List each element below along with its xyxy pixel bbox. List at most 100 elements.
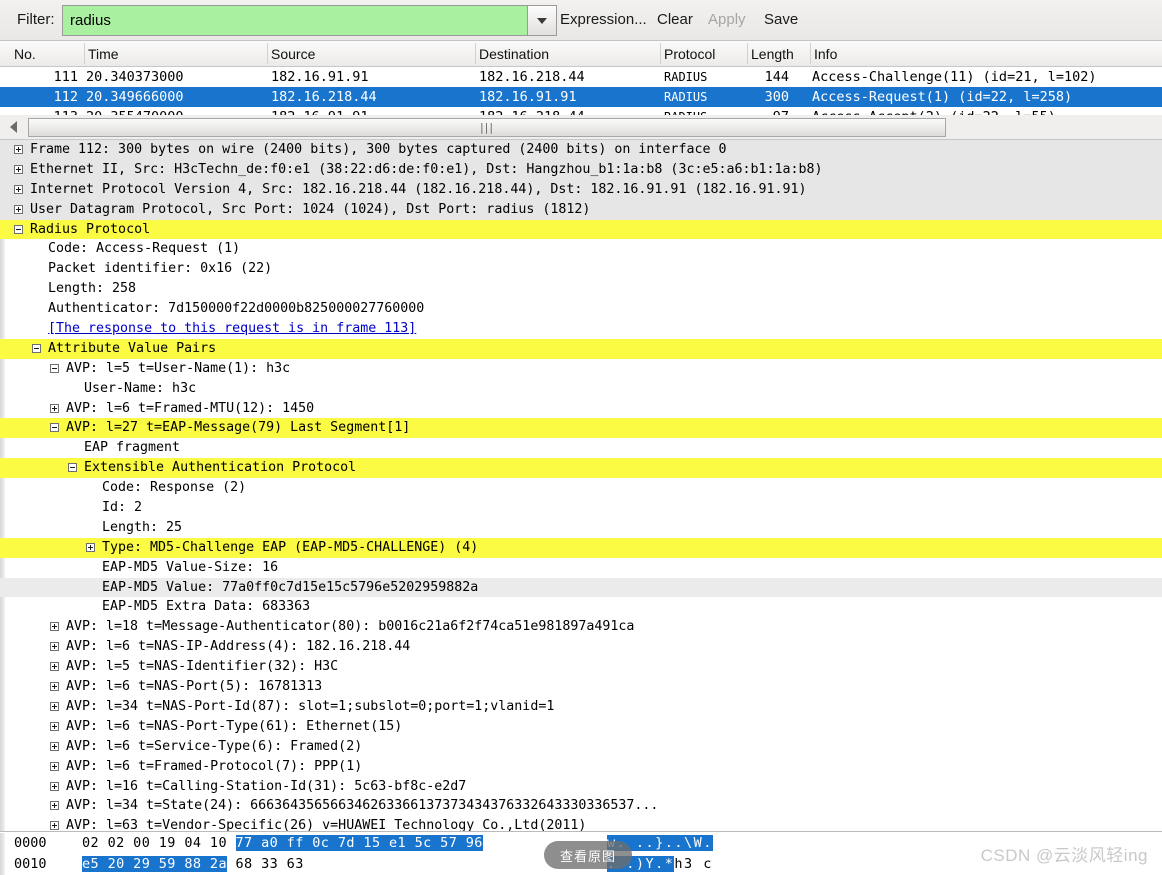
detail-tree-row[interactable]: AVP: l=6 t=Framed-MTU(12): 1450: [0, 399, 1162, 419]
collapse-icon[interactable]: [32, 343, 41, 353]
column-header-protocol[interactable]: Protocol: [664, 46, 715, 62]
detail-tree-row[interactable]: AVP: l=18 t=Message-Authenticator(80): b…: [0, 617, 1162, 637]
column-divider[interactable]: [84, 43, 85, 64]
expand-icon[interactable]: [50, 821, 59, 831]
detail-tree-label[interactable]: [The response to this request is in fram…: [48, 319, 416, 339]
collapse-icon[interactable]: [50, 363, 59, 373]
expand-icon[interactable]: [14, 204, 23, 214]
detail-tree-row[interactable]: EAP fragment: [0, 438, 1162, 458]
detail-tree-label: Ethernet II, Src: H3cTechn_de:f0:e1 (38:…: [30, 161, 823, 177]
hex-offset: 0000: [14, 835, 47, 851]
column-header-length[interactable]: Length: [751, 46, 794, 62]
packet-list-row[interactable]: 111 20.340373000 182.16.91.91 182.16.218.44…: [0, 67, 1162, 87]
filter-input[interactable]: [63, 6, 527, 35]
expand-icon[interactable]: [50, 741, 59, 751]
expand-icon[interactable]: [50, 781, 59, 791]
packet-cell-protocol: RADIUS: [664, 90, 708, 104]
column-divider[interactable]: [810, 43, 811, 64]
detail-tree-row[interactable]: User Datagram Protocol, Src Port: 1024 (…: [0, 199, 1162, 220]
detail-tree-row[interactable]: AVP: l=16 t=Calling-Station-Id(31): 5c63…: [0, 777, 1162, 797]
scrollbar-thumb[interactable]: |||: [28, 118, 946, 137]
detail-tree-row[interactable]: Attribute Value Pairs: [0, 338, 1162, 359]
detail-tree-label: EAP-MD5 Value: 77a0ff0c7d15e15c5796e5202…: [102, 579, 479, 595]
detail-tree-row[interactable]: AVP: l=27 t=EAP-Message(79) Last Segment…: [0, 418, 1162, 439]
collapse-icon[interactable]: [50, 423, 59, 433]
filter-dropdown-button[interactable]: [527, 6, 556, 35]
detail-tree-row[interactable]: Radius Protocol: [0, 219, 1162, 240]
detail-tree-row[interactable]: EAP-MD5 Value: 77a0ff0c7d15e15c5796e5202…: [0, 577, 1162, 598]
column-divider[interactable]: [267, 43, 268, 64]
detail-tree-row[interactable]: EAP-MD5 Value-Size: 16: [0, 558, 1162, 578]
detail-tree-label: Code: Response (2): [102, 480, 247, 496]
collapse-icon[interactable]: [14, 224, 23, 234]
scroll-left-arrow-icon[interactable]: [10, 121, 17, 133]
detail-tree-label: Extensible Authentication Protocol: [84, 460, 357, 476]
column-divider[interactable]: [475, 43, 476, 64]
collapse-icon[interactable]: [68, 463, 77, 473]
clear-button[interactable]: Clear: [657, 11, 693, 28]
detail-tree-row[interactable]: Length: 25: [0, 518, 1162, 538]
detail-tree-row[interactable]: AVP: l=6 t=Service-Type(6): Framed(2): [0, 737, 1162, 757]
detail-tree-row[interactable]: User-Name: h3c: [0, 379, 1162, 399]
detail-tree-row[interactable]: Internet Protocol Version 4, Src: 182.16…: [0, 179, 1162, 200]
expand-icon[interactable]: [50, 682, 59, 692]
expand-icon[interactable]: [50, 403, 59, 413]
detail-tree-label: AVP: l=6 t=Framed-Protocol(7): PPP(1): [66, 758, 363, 774]
expression-button[interactable]: Expression...: [560, 11, 647, 28]
expand-icon[interactable]: [50, 701, 59, 711]
detail-tree-row[interactable]: AVP: l=5 t=NAS-Identifier(32): H3C: [0, 657, 1162, 677]
packet-detail-pane: Frame 112: 300 bytes on wire (2400 bits)…: [0, 140, 1162, 832]
expand-icon[interactable]: [14, 164, 23, 174]
detail-tree-row[interactable]: AVP: l=6 t=NAS-Port-Type(61): Ethernet(1…: [0, 717, 1162, 737]
detail-tree-row[interactable]: EAP-MD5 Extra Data: 683363: [0, 597, 1162, 617]
detail-tree-row[interactable]: AVP: l=6 t=NAS-IP-Address(4): 182.16.218…: [0, 637, 1162, 657]
expand-icon[interactable]: [50, 662, 59, 672]
column-header-info[interactable]: Info: [814, 46, 837, 62]
detail-tree-row[interactable]: Ethernet II, Src: H3cTechn_de:f0:e1 (38:…: [0, 159, 1162, 180]
expand-icon[interactable]: [50, 801, 59, 811]
column-header-source[interactable]: Source: [271, 46, 315, 62]
view-original-button[interactable]: 查看原图: [544, 841, 632, 869]
detail-tree-row[interactable]: AVP: l=34 t=State(24): 66636435656634626…: [0, 796, 1162, 816]
packet-cell-no: 113: [0, 107, 78, 115]
packet-list-row[interactable]: 113 20.355470000 182.16.91.91 182.16.218.44…: [0, 107, 1162, 115]
detail-tree-row[interactable]: Extensible Authentication Protocol: [0, 458, 1162, 479]
column-divider[interactable]: [660, 43, 661, 64]
column-header-destination[interactable]: Destination: [479, 46, 549, 62]
detail-tree-row[interactable]: [The response to this request is in fram…: [0, 319, 1162, 339]
detail-tree-row[interactable]: Code: Response (2): [0, 478, 1162, 498]
packet-list-row[interactable]: 112 20.349666000 182.16.218.44 182.16.91.91…: [0, 87, 1162, 107]
expand-icon[interactable]: [86, 542, 95, 552]
detail-tree-row[interactable]: AVP: l=34 t=NAS-Port-Id(87): slot=1;subs…: [0, 697, 1162, 717]
detail-tree-label: AVP: l=27 t=EAP-Message(79) Last Segment…: [66, 420, 411, 436]
detail-tree-row[interactable]: AVP: l=5 t=User-Name(1): h3c: [0, 359, 1162, 379]
expand-icon[interactable]: [50, 642, 59, 652]
expand-icon[interactable]: [14, 145, 23, 154]
detail-tree-row[interactable]: AVP: l=6 t=NAS-Port(5): 16781313: [0, 677, 1162, 697]
detail-tree-row[interactable]: Frame 112: 300 bytes on wire (2400 bits)…: [0, 140, 1162, 160]
detail-tree-label: Id: 2: [102, 500, 143, 516]
detail-tree-row[interactable]: Authenticator: 7d150000f22d0000b82500002…: [0, 299, 1162, 319]
filter-input-container[interactable]: [62, 5, 557, 36]
detail-tree-row[interactable]: Code: Access-Request (1): [0, 239, 1162, 259]
detail-tree-row[interactable]: Type: MD5-Challenge EAP (EAP-MD5-CHALLEN…: [0, 537, 1162, 558]
apply-button[interactable]: Apply: [708, 11, 746, 28]
detail-tree-label: Type: MD5-Challenge EAP (EAP-MD5-CHALLEN…: [102, 539, 479, 555]
save-button[interactable]: Save: [764, 11, 798, 28]
packet-cell-source: 182.16.91.91: [271, 107, 369, 115]
expand-icon[interactable]: [50, 622, 59, 632]
detail-tree-row[interactable]: AVP: l=6 t=Framed-Protocol(7): PPP(1): [0, 757, 1162, 777]
detail-tree-row[interactable]: Id: 2: [0, 498, 1162, 518]
expand-icon[interactable]: [50, 721, 59, 731]
detail-tree-label: User Datagram Protocol, Src Port: 1024 (…: [30, 201, 591, 217]
expand-icon[interactable]: [14, 184, 23, 194]
detail-tree-row[interactable]: Length: 258: [0, 279, 1162, 299]
column-header-no[interactable]: No.: [14, 46, 36, 62]
expand-icon[interactable]: [50, 761, 59, 771]
packet-list-horizontal-scrollbar[interactable]: |||: [0, 115, 1162, 140]
column-header-time[interactable]: Time: [88, 46, 119, 62]
detail-tree-row[interactable]: AVP: l=63 t=Vendor-Specific(26) v=HUAWEI…: [0, 816, 1162, 831]
packet-list-header: No. Time Source Destination Protocol Len…: [0, 41, 1162, 67]
detail-tree-row[interactable]: Packet identifier: 0x16 (22): [0, 259, 1162, 279]
column-divider[interactable]: [747, 43, 748, 64]
